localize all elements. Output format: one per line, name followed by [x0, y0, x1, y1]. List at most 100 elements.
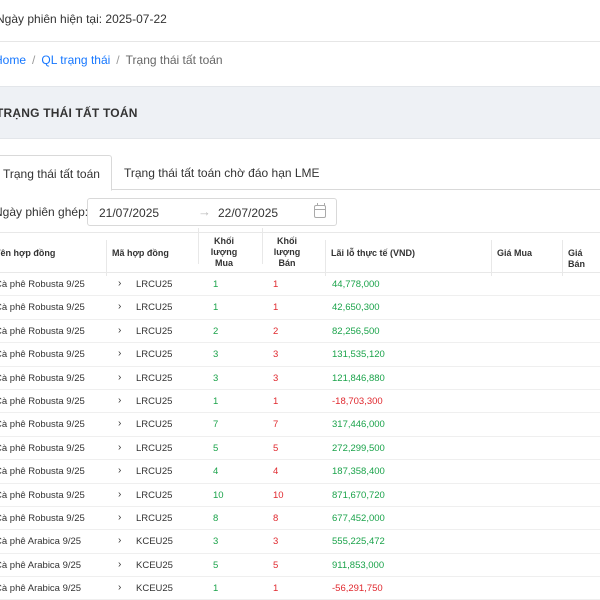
filter-label: Ngày phiên ghép:	[0, 205, 89, 219]
table-row[interactable]: Cà phê Robusta 9/25 › LRCU25 5 5 272,299,500	[0, 437, 600, 461]
chevron-right-icon[interactable]: ›	[118, 582, 121, 593]
tab-bar: Trạng thái tất toán Trạng thái tất toán …	[0, 155, 600, 191]
cell-realized-pnl: 131,535,120	[332, 349, 385, 361]
header-contract-name: Tên hợp đồng	[0, 248, 56, 258]
date-from-input[interactable]: 21/07/2025	[99, 206, 159, 220]
cell-contract-code: LRCU25	[136, 279, 173, 290]
tab-trang-thai-tat-toan[interactable]: Trạng thái tất toán	[0, 155, 112, 191]
chevron-right-icon[interactable]: ›	[118, 278, 121, 289]
cell-contract-name: Cà phê Robusta 9/25	[0, 279, 85, 290]
chevron-right-icon[interactable]: ›	[118, 395, 121, 406]
table-row[interactable]: Cà phê Arabica 9/25 › KCEU25 1 1 -56,291,750	[0, 577, 600, 600]
cell-realized-pnl: 82,256,500	[332, 325, 380, 337]
cell-buy-qty: 1	[213, 395, 219, 407]
cell-contract-name: Cà phê Robusta 9/25	[0, 325, 85, 337]
chevron-right-icon[interactable]: ›	[118, 465, 121, 476]
table-row[interactable]: Cà phê Robusta 9/25 › LRCU25 4 4 187,358,400	[0, 460, 600, 484]
chevron-right-icon[interactable]: ›	[118, 418, 121, 429]
cell-realized-pnl: 555,225,472	[332, 536, 385, 548]
breadcrumb-ql-trang-thai[interactable]: QL trạng thái	[41, 53, 110, 67]
cell-contract-code: LRCU25	[136, 512, 173, 524]
chevron-right-icon[interactable]: ›	[118, 372, 121, 383]
cell-sell-qty: 4	[273, 466, 279, 478]
chevron-right-icon[interactable]: ›	[118, 325, 121, 336]
cell-sell-qty: 1	[273, 395, 279, 407]
cell-contract-name: Cà phê Robusta 9/25	[0, 372, 85, 384]
cell-realized-pnl: 121,846,880	[332, 372, 385, 384]
calendar-icon[interactable]	[314, 203, 326, 218]
cell-sell-qty: 3	[273, 372, 279, 384]
cell-sell-qty: 1	[273, 583, 279, 595]
chevron-right-icon[interactable]: ›	[118, 489, 121, 500]
cell-contract-code: LRCU25	[136, 442, 173, 454]
cell-buy-qty: 4	[213, 466, 219, 478]
table-row[interactable]: Cà phê Robusta 9/25 › LRCU25 3 3 131,535,120	[0, 343, 600, 367]
chevron-right-icon[interactable]: ›	[118, 442, 121, 453]
settlement-table: Tên hợp đồng Mã hợp đồng Khối lượng Mua …	[0, 228, 600, 600]
cell-sell-qty: 3	[273, 349, 279, 361]
table-row[interactable]: Cà phê Robusta 9/25 › LRCU25 10 10 871,670,72…	[0, 484, 600, 507]
cell-contract-code: KCEU25	[136, 583, 173, 595]
cell-buy-qty: 3	[213, 349, 219, 361]
cell-sell-qty: 2	[273, 325, 279, 337]
chevron-right-icon[interactable]: ›	[118, 301, 121, 312]
table-row[interactable]: Cà phê Robusta 9/25 › LRCU25 8 8 677,452,000	[0, 507, 600, 531]
table-row[interactable]: Cà phê Robusta 9/25 › LRCU25 1 1 44,778,000	[0, 273, 600, 297]
cell-contract-code: KCEU25	[136, 536, 173, 548]
cell-contract-code: LRCU25	[136, 325, 173, 337]
current-session-date: Ngày phiên hiện tại: 2025-07-22	[0, 12, 167, 26]
cell-buy-qty: 1	[213, 279, 219, 290]
chevron-right-icon[interactable]: ›	[118, 559, 121, 570]
cell-contract-name: Cà phê Arabica 9/25	[0, 536, 82, 548]
table-row[interactable]: Cà phê Robusta 9/25 › LRCU25 2 2 82,256,500	[0, 320, 600, 344]
top-bar: Ngày phiên hiện tại: 2025-07-22	[0, 0, 600, 42]
cell-buy-qty: 3	[213, 536, 219, 548]
cell-contract-code: LRCU25	[136, 349, 173, 361]
cell-realized-pnl: 42,650,300	[332, 302, 380, 314]
cell-realized-pnl: 871,670,720	[332, 489, 385, 501]
cell-contract-code: LRCU25	[136, 419, 173, 431]
table-body: Cà phê Robusta 9/25 › LRCU25 1 1 44,778,000 Cà…	[0, 273, 600, 600]
cell-sell-qty: 1	[273, 302, 279, 314]
date-filter: Ngày phiên ghép: 21/07/2025 → 22/07/2025	[0, 196, 600, 226]
chevron-right-icon[interactable]: ›	[118, 512, 121, 523]
cell-sell-qty: 1	[273, 279, 279, 290]
cell-realized-pnl: 272,299,500	[332, 442, 385, 454]
cell-buy-qty: 7	[213, 419, 219, 431]
cell-realized-pnl: 317,446,000	[332, 419, 385, 431]
cell-contract-name: Cà phê Robusta 9/25	[0, 442, 85, 454]
table-row[interactable]: Cà phê Arabica 9/25 › KCEU25 5 5 911,853,000	[0, 554, 600, 578]
cell-contract-name: Cà phê Robusta 9/25	[0, 349, 85, 361]
table-row[interactable]: Cà phê Robusta 9/25 › LRCU25 7 7 317,446,000	[0, 413, 600, 437]
cell-contract-name: Cà phê Arabica 9/25	[0, 559, 82, 571]
cell-realized-pnl: 911,853,000	[332, 559, 385, 571]
arrow-right-icon: →	[198, 204, 211, 219]
cell-sell-qty: 5	[273, 559, 279, 571]
cell-contract-name: Cà phê Robusta 9/25	[0, 489, 85, 501]
breadcrumb-separator: /	[116, 53, 120, 67]
cell-contract-code: LRCU25	[136, 302, 173, 314]
cell-buy-qty: 10	[213, 489, 224, 501]
cell-sell-qty: 7	[273, 419, 279, 431]
cell-contract-name: Cà phê Robusta 9/25	[0, 395, 85, 407]
chevron-right-icon[interactable]: ›	[118, 348, 121, 359]
header-sell-qty: Khối lượng Bán	[262, 228, 306, 269]
cell-buy-qty: 3	[213, 372, 219, 384]
table-row[interactable]: Cà phê Robusta 9/25 › LRCU25 1 1 -18,703,300	[0, 390, 600, 414]
cell-realized-pnl: -56,291,750	[332, 583, 383, 595]
header-sell-price: Giá Bán	[562, 240, 600, 276]
table-row[interactable]: Cà phê Robusta 9/25 › LRCU25 1 1 42,650,300	[0, 296, 600, 320]
table-row[interactable]: Cà phê Arabica 9/25 › KCEU25 3 3 555,225,472	[0, 530, 600, 554]
chevron-right-icon[interactable]: ›	[118, 535, 121, 546]
table-row[interactable]: Cà phê Robusta 9/25 › LRCU25 3 3 121,846,880	[0, 367, 600, 390]
breadcrumb-home[interactable]: Home	[0, 53, 26, 67]
date-to-input[interactable]: 22/07/2025	[218, 206, 278, 220]
tab-trang-thai-cho-dao-han-lme[interactable]: Trạng thái tất toán chờ đáo hạn LME	[110, 155, 334, 190]
cell-contract-name: Cà phê Robusta 9/25	[0, 466, 85, 478]
cell-sell-qty: 8	[273, 512, 279, 524]
cell-buy-qty: 1	[213, 583, 219, 595]
cell-realized-pnl: -18,703,300	[332, 395, 383, 407]
page-header: TRẠNG THÁI TẤT TOÁN	[0, 86, 600, 139]
cell-contract-code: LRCU25	[136, 395, 173, 407]
date-range-picker[interactable]: 21/07/2025 → 22/07/2025	[87, 198, 337, 226]
